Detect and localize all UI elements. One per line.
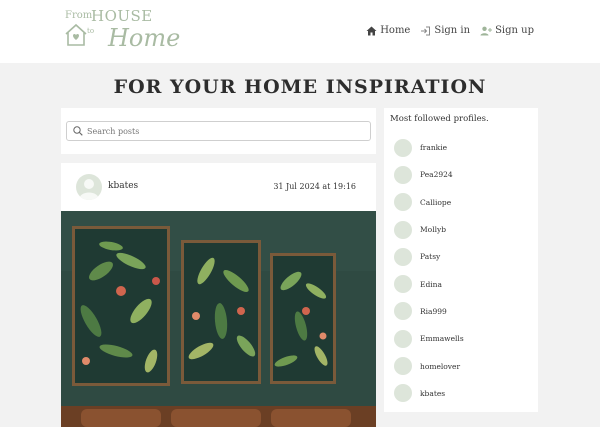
profile-item[interactable]: kbates xyxy=(394,380,534,407)
profile-name: Edina xyxy=(420,279,442,289)
profile-name: Pea2924 xyxy=(420,170,453,180)
profile-list: frankie Pea2924 Calliope Mollyb Patsy Ed… xyxy=(394,134,534,407)
profile-item[interactable]: Emmawells xyxy=(394,325,534,352)
post-username[interactable]: kbates xyxy=(108,181,138,191)
avatar xyxy=(394,275,412,294)
profile-name: Calliope xyxy=(420,197,452,207)
nav-sign-up-label: Sign up xyxy=(495,25,534,36)
profile-item[interactable]: Calliope xyxy=(394,189,534,216)
post-date: 31 Jul 2024 at 19:16 xyxy=(273,182,356,191)
profile-item[interactable]: Mollyb xyxy=(394,216,534,243)
profile-item[interactable]: Ria999 xyxy=(394,298,534,325)
nav-sign-up-link[interactable]: Sign up xyxy=(480,25,534,36)
profile-name: Ria999 xyxy=(420,306,447,316)
most-followed-profiles: Most followed profiles. frankie Pea2924 … xyxy=(384,108,538,412)
avatar xyxy=(394,220,412,239)
page-heading: FOR YOUR HOME INSPIRATION xyxy=(113,76,487,98)
top-navbar: From HOUSE to Home Home Sign in Sign up xyxy=(0,0,600,63)
search-input[interactable] xyxy=(87,126,367,136)
user-plus-icon xyxy=(480,26,493,35)
nav-sign-in-label: Sign in xyxy=(434,25,471,36)
profile-name: Emmawells xyxy=(420,334,464,344)
profile-item[interactable]: Pea2924 xyxy=(394,161,534,188)
search-icon xyxy=(73,126,83,136)
profile-item[interactable]: homelover xyxy=(394,352,534,379)
avatar xyxy=(394,357,412,376)
avatar xyxy=(394,329,412,348)
avatar[interactable] xyxy=(76,174,102,200)
post-header: kbates 31 Jul 2024 at 19:16 xyxy=(61,163,376,211)
profile-name: Patsy xyxy=(420,252,441,262)
profile-name: Mollyb xyxy=(420,225,447,235)
avatar xyxy=(394,247,412,266)
post-image[interactable] xyxy=(61,211,376,427)
avatar xyxy=(394,384,412,403)
sign-in-icon xyxy=(421,26,431,35)
profile-name: frankie xyxy=(420,143,448,153)
site-logo[interactable]: From HOUSE to Home xyxy=(64,7,180,55)
profile-name: kbates xyxy=(420,388,446,398)
logo-house-text: HOUSE xyxy=(91,7,153,25)
search-box[interactable] xyxy=(66,121,371,141)
profiles-title: Most followed profiles. xyxy=(390,114,489,124)
avatar xyxy=(394,193,412,212)
avatar xyxy=(394,138,412,157)
nav-home-link[interactable]: Home xyxy=(366,25,410,36)
logo-to-text: to xyxy=(87,27,95,35)
profile-name: homelover xyxy=(420,361,461,371)
search-card xyxy=(61,108,376,154)
home-icon xyxy=(366,26,377,35)
nav-sign-in-link[interactable]: Sign in xyxy=(420,25,470,36)
avatar xyxy=(394,165,412,184)
logo-from-text: From xyxy=(65,10,93,21)
default-avatar-icon xyxy=(79,179,99,200)
nav-home-label: Home xyxy=(380,25,411,36)
profile-item[interactable]: frankie xyxy=(394,134,534,161)
profile-item[interactable]: Patsy xyxy=(394,243,534,270)
house-heart-icon xyxy=(65,23,87,46)
post-card: kbates 31 Jul 2024 at 19:16 xyxy=(61,163,376,427)
logo-home-text: Home xyxy=(108,24,181,52)
avatar xyxy=(394,302,412,321)
main-nav: Home Sign in Sign up xyxy=(366,25,534,36)
profile-item[interactable]: Edina xyxy=(394,270,534,297)
